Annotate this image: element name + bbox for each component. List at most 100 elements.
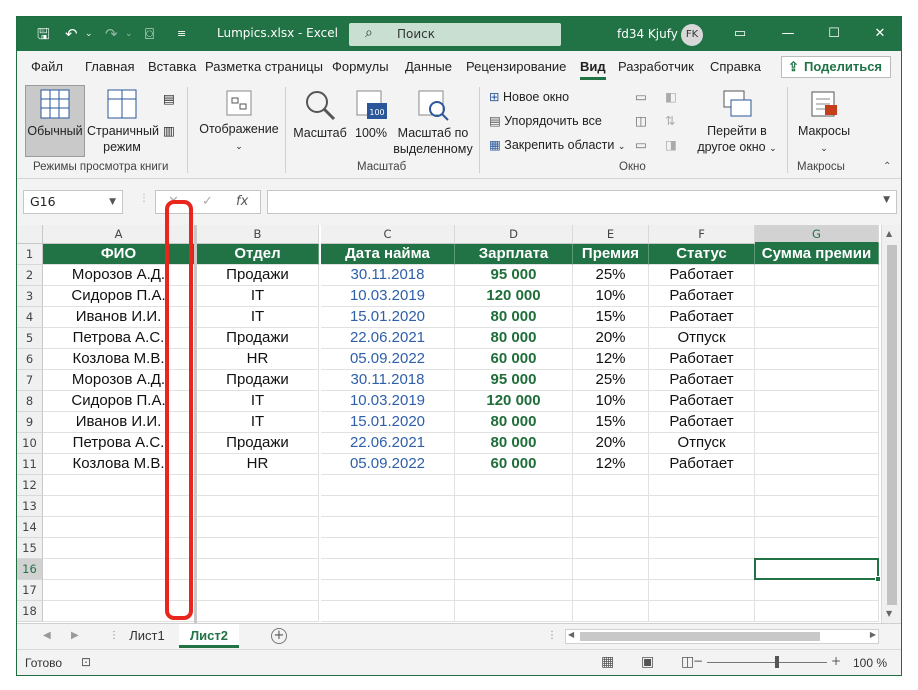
row-header-2[interactable]: 2 [17, 265, 43, 286]
zoom-to-selection-button[interactable]: Масштаб по выделенному [393, 89, 473, 157]
row-header-11[interactable]: 11 [17, 454, 43, 475]
empty-cell[interactable] [573, 517, 649, 538]
name-box-chevron-icon[interactable]: ▼ [109, 191, 116, 213]
scroll-left-icon[interactable]: ◀ [568, 630, 574, 639]
table-cell[interactable]: 15.01.2020 [321, 412, 455, 433]
hidden-column-separator[interactable] [194, 225, 197, 623]
scroll-right-icon[interactable]: ▶ [870, 630, 876, 639]
select-all-corner[interactable] [17, 225, 43, 244]
table-cell[interactable] [755, 454, 879, 475]
table-cell[interactable]: 05.09.2022 [321, 349, 455, 370]
row-header-5[interactable]: 5 [17, 328, 43, 349]
normal-view-status-icon[interactable]: ▦ [601, 654, 614, 670]
table-cell[interactable] [755, 370, 879, 391]
empty-cell[interactable] [755, 538, 879, 559]
table-cell[interactable]: 25% [573, 265, 649, 286]
unhide-window-icon[interactable]: ▭ [635, 137, 647, 152]
table-cell[interactable]: Отпуск [649, 433, 755, 454]
table-cell[interactable]: 80 000 [455, 328, 573, 349]
table-cell[interactable] [755, 328, 879, 349]
tab-developer[interactable]: Разработчик [618, 59, 694, 74]
zoom-in-icon[interactable]: + [831, 654, 841, 668]
spreadsheet-grid[interactable]: A B C D E F G 1 ФИО Отдел Дата найма Зарплата Премия… [17, 225, 901, 623]
table-cell[interactable] [755, 286, 879, 307]
table-cell[interactable]: 22.06.2021 [321, 433, 455, 454]
arrange-all-button[interactable]: ▤ Упорядочить все [489, 113, 602, 128]
empty-cell[interactable] [649, 559, 755, 580]
empty-cell[interactable] [455, 517, 573, 538]
reset-window-position-icon[interactable]: ◨ [665, 137, 677, 152]
empty-cell[interactable] [197, 580, 319, 601]
insert-function-icon[interactable]: fx [236, 194, 248, 209]
table-cell[interactable]: 10% [573, 391, 649, 412]
macros-button[interactable]: Макросы ⌄ [793, 89, 855, 156]
empty-cell[interactable] [321, 517, 455, 538]
synchronous-scrolling-icon[interactable]: ⇅ [665, 113, 675, 128]
zoom-slider-thumb[interactable] [775, 656, 779, 668]
table-cell[interactable] [755, 433, 879, 454]
table-cell[interactable]: Продажи [197, 265, 319, 286]
row-header-10[interactable]: 10 [17, 433, 43, 454]
table-cell[interactable]: 15.01.2020 [321, 307, 455, 328]
vertical-scroll-thumb[interactable] [887, 245, 897, 605]
sheet-tab-2[interactable]: Лист2 [179, 624, 239, 648]
redo-icon[interactable]: ↷ [105, 24, 118, 44]
expand-formula-icon[interactable]: ▼ [883, 195, 890, 205]
table-cell[interactable]: IT [197, 412, 319, 433]
row-header-14[interactable]: 14 [17, 517, 43, 538]
table-cell[interactable]: 95 000 [455, 370, 573, 391]
row-header-1[interactable]: 1 [17, 244, 43, 265]
row-header-17[interactable]: 17 [17, 580, 43, 601]
tab-file[interactable]: Файл [31, 59, 63, 74]
tab-view[interactable]: Вид [580, 59, 606, 80]
empty-cell[interactable] [197, 601, 319, 622]
table-cell[interactable]: 60 000 [455, 349, 573, 370]
switch-windows-button[interactable]: Перейти в другое окно ⌄ [691, 89, 783, 156]
table-cell[interactable]: HR [197, 454, 319, 475]
empty-cell[interactable] [649, 496, 755, 517]
close-icon[interactable]: ✕ [869, 23, 891, 45]
table-cell[interactable] [755, 391, 879, 412]
empty-cell[interactable] [321, 475, 455, 496]
empty-cell[interactable] [755, 496, 879, 517]
tab-formulas[interactable]: Формулы [332, 59, 389, 74]
header-cell-e[interactable]: Премия [573, 244, 649, 265]
table-cell[interactable]: Продажи [197, 370, 319, 391]
header-cell-f[interactable]: Статус [649, 244, 755, 265]
table-cell[interactable]: 30.11.2018 [321, 370, 455, 391]
horizontal-scroll-thumb[interactable] [580, 632, 820, 641]
empty-cell[interactable] [455, 538, 573, 559]
table-cell[interactable]: 10% [573, 286, 649, 307]
row-header-15[interactable]: 15 [17, 538, 43, 559]
prev-sheet-icon[interactable]: ◀ [43, 630, 51, 641]
table-cell[interactable]: 120 000 [455, 391, 573, 412]
scroll-grip-icon[interactable]: ⋮ [547, 630, 557, 641]
empty-cell[interactable] [755, 601, 879, 622]
collapse-ribbon-icon[interactable]: ⌃ [883, 161, 891, 172]
table-cell[interactable]: IT [197, 307, 319, 328]
table-cell[interactable]: 95 000 [455, 265, 573, 286]
customize-toolbar-icon[interactable]: ≡ [177, 24, 186, 44]
empty-cell[interactable] [455, 559, 573, 580]
undo-dropdown-icon[interactable]: ⌄ [85, 24, 93, 44]
ribbon-options-icon[interactable]: ▭ [729, 23, 751, 45]
page-layout-view-button[interactable]: Страничный режим [87, 89, 159, 155]
table-cell[interactable]: Работает [649, 412, 755, 433]
empty-cell[interactable] [321, 496, 455, 517]
avatar[interactable]: FK [681, 24, 703, 46]
table-cell[interactable]: IT [197, 286, 319, 307]
row-header-13[interactable]: 13 [17, 496, 43, 517]
empty-cell[interactable] [649, 517, 755, 538]
page-layout-status-icon[interactable]: ▣ [641, 654, 654, 670]
column-header-d[interactable]: D [455, 225, 573, 244]
table-cell[interactable]: Работает [649, 265, 755, 286]
table-cell[interactable]: 80 000 [455, 412, 573, 433]
maximize-icon[interactable]: ☐ [823, 23, 845, 45]
table-cell[interactable]: 10.03.2019 [321, 391, 455, 412]
freeze-panes-button[interactable]: ▦ Закрепить области ⌄ [489, 137, 625, 152]
empty-cell[interactable] [649, 580, 755, 601]
zoom-level[interactable]: 100 % [853, 656, 887, 670]
scroll-up-icon[interactable]: ▲ [886, 229, 892, 238]
table-cell[interactable]: 15% [573, 307, 649, 328]
view-side-by-side-icon[interactable]: ◧ [665, 89, 677, 104]
